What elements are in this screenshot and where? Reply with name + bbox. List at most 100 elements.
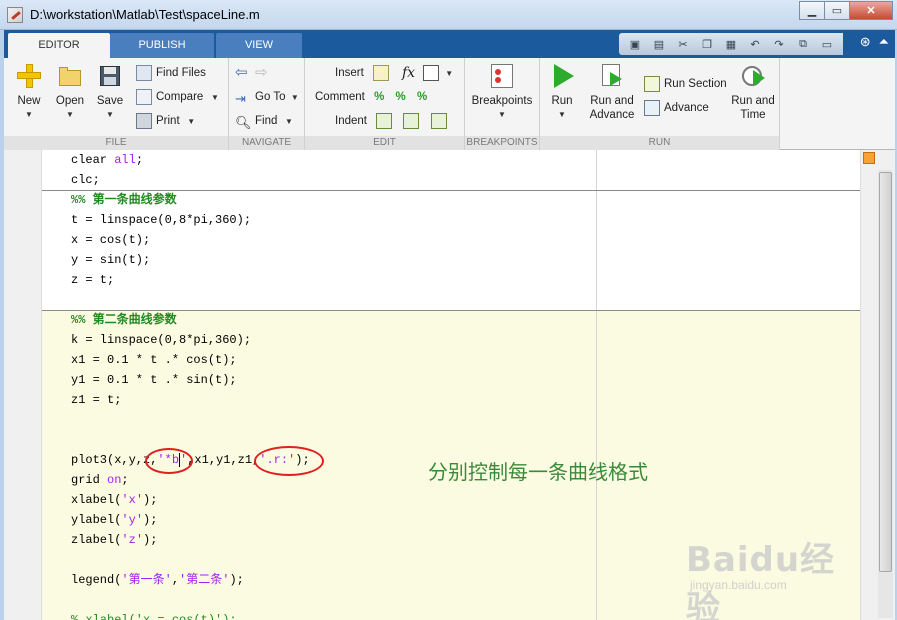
code-token: all: [114, 153, 136, 167]
code-token: zlabel(: [71, 533, 122, 547]
chevron-down-icon: ▼: [498, 110, 506, 119]
code-line: 15: [42, 430, 860, 450]
redo-icon[interactable]: ↷: [768, 35, 790, 53]
run-section-icon: [644, 75, 660, 92]
code-token: xlabel(: [71, 493, 122, 507]
line-text: x1 = 0.1 * t .* cos(t);: [71, 353, 237, 367]
switch-windows-icon[interactable]: ⧉: [792, 35, 814, 53]
toolstrip-ribbon: New ▼ Open ▼ Save ▼ Find Files Compare ▼…: [4, 58, 895, 150]
tab-view[interactable]: VIEW: [216, 33, 302, 58]
line-text: legend('第一条','第二条');: [71, 570, 244, 590]
find-files-label: Find Files: [156, 67, 206, 79]
run-and-advance-icon: [598, 62, 626, 90]
insert-button[interactable]: Insert: [335, 63, 393, 83]
close-button[interactable]: ✕: [849, 1, 893, 20]
back-arrow-icon[interactable]: ⇦: [235, 64, 248, 81]
decrease-indent-icon[interactable]: [430, 112, 447, 129]
line-text: y1 = 0.1 * t .* sin(t);: [71, 373, 237, 387]
code-line: 5–x = cos(t);: [42, 230, 860, 250]
dock-icon[interactable]: ▭: [816, 35, 838, 53]
code-line: 11–x1 = 0.1 * t .* cos(t);: [42, 350, 860, 370]
indent-button[interactable]: Indent: [335, 111, 451, 131]
breakpoints-button[interactable]: Breakpoints ▼: [469, 62, 535, 122]
new-button[interactable]: New ▼: [12, 62, 46, 122]
line-text: x = cos(t);: [71, 233, 151, 247]
breakpoints-label: Breakpoints: [471, 95, 533, 107]
find-files-icon: [136, 64, 152, 81]
minimize-button[interactable]: ▁: [799, 1, 825, 20]
compare-button[interactable]: Compare ▼: [136, 87, 219, 107]
chevron-down-icon: ▼: [106, 110, 114, 119]
forward-arrow-icon[interactable]: ⇨: [251, 64, 268, 81]
compare-label: Compare: [156, 91, 204, 103]
file-section-label: FILE: [4, 136, 228, 150]
save-button[interactable]: Save ▼: [92, 62, 128, 122]
stopwatch-icon: [739, 62, 767, 90]
code-line: 7–z = t;: [42, 270, 860, 290]
code-line: 6–y = sin(t);: [42, 250, 860, 270]
print-button[interactable]: Print ▼: [136, 111, 195, 131]
run-and-advance-button[interactable]: Run and Advance: [586, 62, 638, 122]
find-label: Find: [255, 115, 278, 127]
run-and-advance-label-1: Run and: [590, 95, 634, 107]
run-and-time-button[interactable]: Run and Time: [730, 62, 776, 122]
chevron-down-icon: ▼: [206, 93, 219, 102]
tab-publish[interactable]: PUBLISH: [110, 33, 214, 58]
find-button[interactable]: 🔍︎ Find ▼: [235, 111, 293, 131]
save-icon[interactable]: ▤: [648, 35, 670, 53]
fx-button[interactable]: fx: [402, 63, 415, 83]
run-and-time-label-1: Run and: [731, 95, 775, 107]
cut-icon[interactable]: ✂: [672, 35, 694, 53]
compare-icon: [136, 88, 152, 105]
find-files-button[interactable]: Find Files: [136, 63, 206, 83]
maximize-button[interactable]: ▭: [824, 1, 850, 20]
scrollbar-thumb[interactable]: [879, 172, 892, 572]
advance-icon: [644, 99, 660, 116]
edit-section: Insert fx ▼ Comment % % % Indent EDIT: [305, 58, 465, 150]
uncomment-icon[interactable]: %: [396, 91, 406, 103]
code-token: ylabel(: [71, 513, 122, 527]
comment-line: % xlabel('x = cos(t)');: [71, 613, 237, 620]
comment-percent-icon[interactable]: %: [374, 91, 384, 103]
copy-icon[interactable]: ❐: [696, 35, 718, 53]
wrap-comment-icon[interactable]: %: [417, 91, 427, 103]
help-icon[interactable]: ⊛: [860, 34, 871, 50]
back-forward-buttons[interactable]: ⇦ ⇨: [235, 63, 268, 83]
analyzer-status-icon[interactable]: [863, 152, 875, 164]
undo-icon[interactable]: ↶: [744, 35, 766, 53]
tab-editor[interactable]: EDITOR: [8, 33, 110, 58]
go-to-icon: ⇥: [235, 90, 246, 106]
code-token: ;: [135, 153, 144, 167]
code-line: 10–k = linspace(0,8*pi,360);: [42, 330, 860, 350]
advance-button[interactable]: Advance: [644, 98, 709, 118]
line-text: ylabel('y');: [71, 510, 157, 530]
code-line: 13–z1 = t;: [42, 390, 860, 410]
line-text: k = linspace(0,8*pi,360);: [71, 333, 252, 347]
code-token: 'x': [121, 493, 144, 507]
code-token: on: [107, 473, 122, 487]
collapse-toolstrip-icon[interactable]: ⏶: [879, 34, 889, 50]
comment-button[interactable]: Comment % % %: [315, 87, 427, 107]
code-token: '第一条': [121, 573, 172, 587]
code-token: '第二条': [179, 573, 230, 587]
breakpoints-section-label: BREAKPOINTS: [465, 136, 539, 150]
code-line: 12–y1 = 0.1 * t .* sin(t);: [42, 370, 860, 390]
save-label: Save: [96, 95, 124, 107]
run-button[interactable]: Run ▼: [544, 62, 580, 122]
smart-indent-icon[interactable]: [376, 112, 393, 129]
run-section-button[interactable]: Run Section: [644, 74, 727, 94]
function-insert-button[interactable]: ▼: [423, 63, 453, 83]
go-to-button[interactable]: ⇥ Go To ▼: [235, 87, 299, 107]
chevron-down-icon: ▼: [288, 93, 299, 102]
code-line: 9%% 第二条曲线参数: [42, 310, 860, 330]
toolstrip-tabs: EDITOR PUBLISH VIEW ▣ ▤ ✂ ❐ ▦ ↶ ↷ ⧉ ▭ ⊛ …: [4, 30, 895, 58]
increase-indent-icon[interactable]: [403, 112, 420, 129]
line-text: xlabel('x');: [71, 490, 157, 510]
open-button[interactable]: Open ▼: [52, 62, 88, 122]
code-line: 18–xlabel('x');: [42, 490, 860, 510]
breakpoints-section: Breakpoints ▼ BREAKPOINTS: [465, 58, 540, 150]
code-token: );: [143, 533, 158, 547]
new-icon[interactable]: ▣: [624, 35, 646, 53]
paste-icon[interactable]: ▦: [720, 35, 742, 53]
printer-icon: [136, 112, 152, 129]
